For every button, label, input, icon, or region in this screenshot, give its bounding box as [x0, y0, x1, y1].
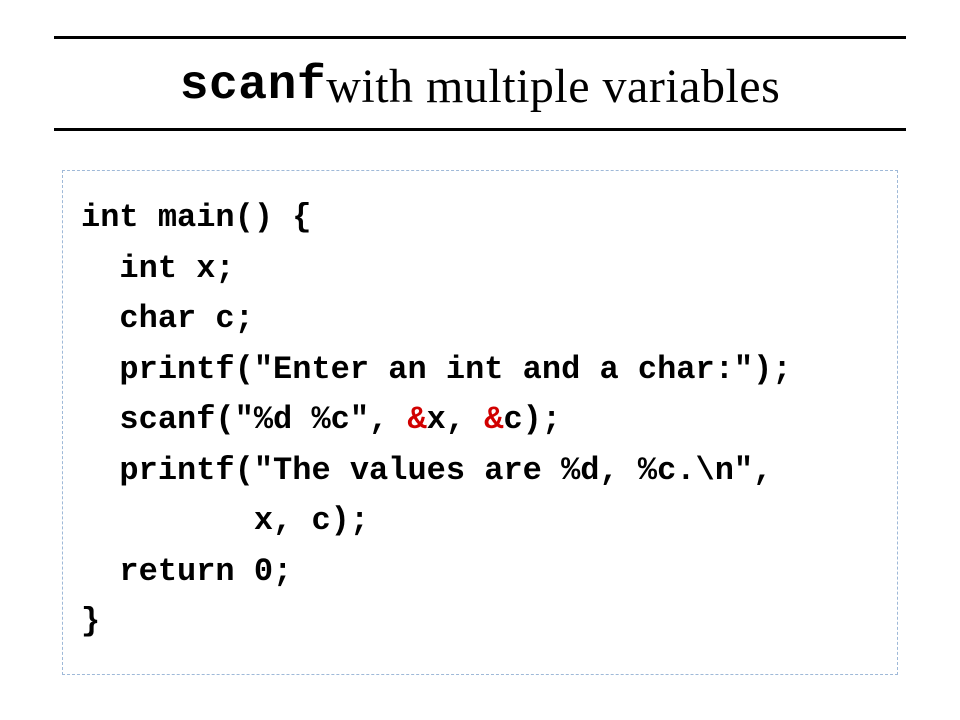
code-block: int main() { int x; char c; printf("Ente… [81, 193, 879, 648]
code-box: int main() { int x; char c; printf("Ente… [62, 170, 898, 675]
code-line-8: return 0; [81, 553, 292, 590]
title-rest: with multiple variables [326, 59, 780, 114]
divider-top [54, 36, 906, 39]
code-line-5a: scanf("%d %c", [81, 401, 407, 438]
slide: scanf with multiple variables int main()… [0, 0, 960, 720]
code-line-6: printf("The values are %d, %c.\n", [81, 452, 772, 489]
ampersand-2: & [484, 401, 503, 438]
divider-bottom [54, 128, 906, 131]
code-line-5c: c); [503, 401, 561, 438]
code-line-3: char c; [81, 300, 254, 337]
code-line-7: x, c); [81, 502, 369, 539]
slide-title: scanf with multiple variables [54, 50, 906, 122]
code-line-1: int main() { [81, 199, 311, 236]
code-line-9: } [81, 603, 100, 640]
ampersand-1: & [407, 401, 426, 438]
title-keyword: scanf [180, 59, 327, 113]
code-line-5b: x, [427, 401, 485, 438]
code-line-2: int x; [81, 250, 235, 287]
code-line-4: printf("Enter an int and a char:"); [81, 351, 792, 388]
